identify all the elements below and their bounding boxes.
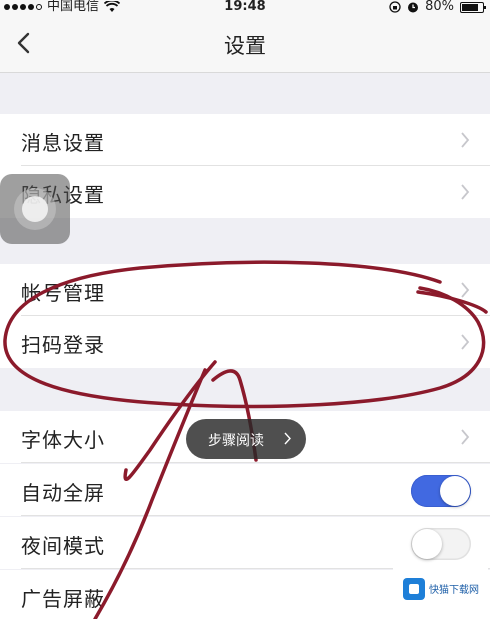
chevron-right-icon [461, 282, 470, 298]
orientation-lock-icon [389, 1, 401, 13]
night-mode-toggle[interactable] [411, 528, 471, 560]
battery-icon [460, 1, 486, 13]
row-label: 广告屏蔽 [21, 587, 105, 611]
chevron-right-icon [461, 429, 470, 445]
chevron-right-icon [461, 334, 470, 350]
auto-fullscreen-toggle[interactable] [411, 475, 471, 507]
status-bar: 中国电信 19:48 80% [0, 0, 490, 14]
site-watermark: 快猫下载网 [393, 565, 488, 613]
toast-label: 步骤阅读 [208, 433, 264, 449]
row-divider [21, 462, 490, 463]
settings-row-qr-login[interactable]: 扫码登录 [0, 316, 490, 368]
watermark-logo-icon [403, 578, 425, 600]
settings-row-night-mode[interactable]: 夜间模式 [0, 517, 490, 569]
row-label: 消息设置 [21, 131, 105, 155]
chevron-right-icon [284, 432, 291, 445]
chevron-right-icon [461, 132, 470, 148]
settings-row-auto-fullscreen[interactable]: 自动全屏 [0, 464, 490, 516]
settings-row-account[interactable]: 帐号管理 [0, 264, 490, 316]
row-label: 扫码登录 [21, 333, 105, 357]
row-label: 自动全屏 [21, 481, 105, 505]
chevron-right-icon [461, 184, 470, 200]
navigation-bar: 设置 [0, 14, 490, 73]
page-title: 设置 [224, 34, 266, 58]
row-divider [21, 515, 490, 516]
settings-row-privacy[interactable]: 隐私设置 [0, 166, 490, 218]
status-right: 80% [389, 0, 486, 14]
row-label: 帐号管理 [21, 281, 105, 305]
step-reading-toast[interactable]: 步骤阅读 [186, 419, 306, 459]
watermark-text: 快猫下载网 [429, 585, 479, 596]
row-label: 夜间模式 [21, 534, 105, 558]
battery-percent: 80% [425, 0, 454, 14]
row-label: 字体大小 [21, 428, 105, 452]
settings-row-message[interactable]: 消息设置 [0, 114, 490, 166]
assistive-touch-button[interactable] [0, 174, 70, 244]
alarm-icon [408, 2, 419, 13]
